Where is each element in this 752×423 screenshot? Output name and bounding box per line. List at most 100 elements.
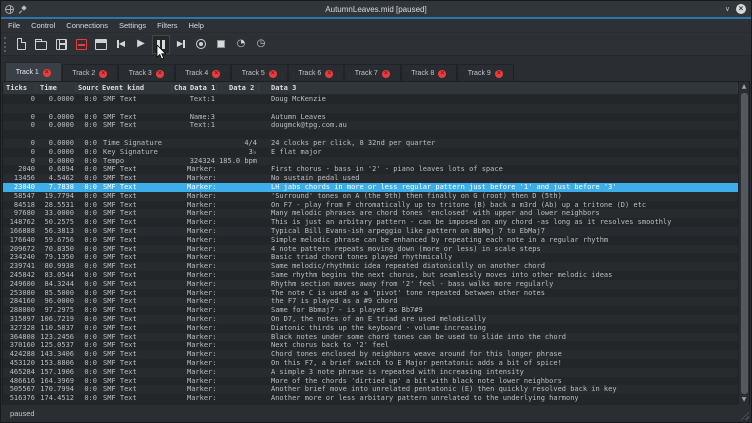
tab-close-icon[interactable]: × <box>99 70 107 78</box>
table-row[interactable]: 00.00000:0SMF TextText:1dougmck@tpg.com.… <box>3 121 738 130</box>
column-header-data-1[interactable]: Data 1 <box>187 84 217 92</box>
table-row[interactable]: 23974180.99380:0SMF TextMarker:6Same mel… <box>3 262 738 271</box>
table-row[interactable]: 14876250.25750:0SMF TextMarker:6This is … <box>3 218 738 227</box>
menu-file[interactable]: File <box>8 21 20 30</box>
tab-track-2[interactable]: Track 2× <box>62 64 119 82</box>
menu-connections[interactable]: Connections <box>66 21 108 30</box>
stop-icon[interactable] <box>212 35 230 54</box>
timer-icon[interactable]: ◔ <box>232 35 250 54</box>
table-row[interactable]: 20967270.83500:0SMF TextMarker:64 note p… <box>3 245 738 254</box>
close-window-icon[interactable]: × <box>736 4 746 14</box>
column-header-event-kind[interactable]: Event kind <box>99 84 172 92</box>
table-row[interactable]: 00.00000:0Time Signature4/424 clocks per… <box>3 139 738 148</box>
table-row[interactable]: 516376174.45120:0SMF TextMarker:6Another… <box>3 394 738 403</box>
save-icon[interactable] <box>52 35 70 54</box>
menu-control[interactable]: Control <box>31 21 55 30</box>
record-icon[interactable] <box>192 35 210 54</box>
tab-close-icon[interactable]: × <box>325 70 333 78</box>
column-header-time[interactable]: Time <box>37 84 76 92</box>
tab-track-6[interactable]: Track 6× <box>288 64 345 82</box>
tab-close-icon[interactable]: × <box>156 70 164 78</box>
open-folder-icon[interactable] <box>32 35 50 54</box>
table-row[interactable]: 00.00000:0SMF TextName:3Autumn Leaves <box>3 113 738 122</box>
table-row[interactable]: 8451828.55310:0SMF TextMarker:6On F7 - p… <box>3 201 738 210</box>
tab-close-icon[interactable]: × <box>438 70 446 78</box>
shade-window-icon[interactable]: ∨ <box>725 6 730 13</box>
vertical-scrollbar[interactable]: ▲ ▼ <box>738 82 749 405</box>
cell-time: 4.5462 <box>37 174 76 183</box>
table-row[interactable]: 134564.54620:0SMF TextMarker:6No sustain… <box>3 174 738 183</box>
table-row[interactable]: 364808123.24560:0SMF TextMarker:6Black n… <box>3 333 738 342</box>
tab-close-icon[interactable]: × <box>212 70 220 78</box>
cell-source: 0:0 <box>76 192 99 201</box>
table-row[interactable] <box>3 130 738 139</box>
table-row[interactable]: 465284157.19060:0SMF TextMarker:6A simpl… <box>3 368 738 377</box>
tab-track-4[interactable]: Track 4× <box>175 64 232 82</box>
tab-close-icon[interactable]: × <box>495 70 503 78</box>
skip-forward-icon[interactable]: ▶ <box>172 35 190 54</box>
tab-track-3[interactable]: Track 3× <box>118 64 175 82</box>
cell-time: 7.7838 <box>37 183 76 192</box>
table-row[interactable]: 9768033.00000:0SMF TextMarker:6Many melo… <box>3 209 738 218</box>
tab-track-8[interactable]: Track 8× <box>401 64 458 82</box>
record-window-icon[interactable] <box>72 35 90 54</box>
table-row[interactable]: 00.00000:0SMF TextText:1Doug McKenzie <box>3 95 738 104</box>
table-row[interactable]: 16688856.38130:0SMF TextMarker:6Typical … <box>3 227 738 236</box>
tab-close-icon[interactable]: × <box>43 69 51 77</box>
column-header-source[interactable]: Source <box>76 84 99 92</box>
tab-close-icon[interactable]: × <box>382 70 390 78</box>
table-row[interactable]: 230407.78380:0SMF TextMarker:6LH jabs ch… <box>3 183 738 192</box>
tab-track-7[interactable]: Track 7× <box>344 64 401 82</box>
table-row[interactable]: 315897106.72190:0SMF TextMarker:6On D7, … <box>3 315 738 324</box>
event-window-icon[interactable] <box>92 35 110 54</box>
cell-data-3: First chorus - bass in '2' - piano leave… <box>259 165 738 174</box>
pause-icon[interactable] <box>152 35 170 54</box>
column-header-data-3[interactable]: Data 3 <box>259 84 738 92</box>
table-row[interactable]: 00.00000:0Key Signature3♭E flat major <box>3 148 738 157</box>
table-row[interactable]: 23424079.13500:0SMF TextMarker:6Basic tr… <box>3 253 738 262</box>
table-row[interactable]: 5854719.77940:0SMF TextMarker:6'Surround… <box>3 192 738 201</box>
table-row[interactable]: 25308085.50000:0SMF TextMarker:6The note… <box>3 289 738 298</box>
column-header-chan[interactable]: Chan <box>172 84 187 92</box>
menu-help[interactable]: Help <box>189 21 204 30</box>
cell-event-kind: SMF Text <box>99 271 172 280</box>
scrollbar-thumb[interactable] <box>741 93 748 394</box>
table-row[interactable]: 453120153.88060:0SMF TextMarker:6On this… <box>3 359 738 368</box>
table-row[interactable] <box>3 104 738 113</box>
menu-filters[interactable]: Filters <box>157 21 177 30</box>
cell-source: 0:0 <box>76 201 99 210</box>
table-row[interactable]: 24960084.32440:0SMF TextMarker:6Rhythm s… <box>3 280 738 289</box>
table-row[interactable]: 486616164.39690:0SMF TextMarker:6More of… <box>3 377 738 386</box>
table-row[interactable]: 24584283.05440:0SMF TextMarker:6Same rhy… <box>3 271 738 280</box>
table-row[interactable]: 505567170.79940:0SMF TextMarker:6Another… <box>3 385 738 394</box>
cell-ticks: 253080 <box>3 289 37 298</box>
table-row[interactable]: 17664059.67560:0SMF TextMarker:6Simple m… <box>3 236 738 245</box>
cell-ticks: 486616 <box>3 377 37 386</box>
cell-time: 0.6894 <box>37 165 76 174</box>
cell-ticks: 0 <box>3 95 37 104</box>
table-row[interactable]: 28416096.00000:0SMF TextMarker:6the F7 i… <box>3 297 738 306</box>
skip-backward-icon[interactable]: ◀ <box>112 35 130 54</box>
new-document-icon[interactable] <box>12 35 30 54</box>
scroll-down-icon[interactable]: ▼ <box>739 395 750 405</box>
column-header-data-2[interactable]: Data 2 <box>217 84 259 92</box>
column-header-ticks[interactable]: Ticks <box>3 84 37 92</box>
menu-settings[interactable]: Settings <box>119 21 146 30</box>
tab-track-5[interactable]: Track 5× <box>231 64 288 82</box>
tab-close-icon[interactable]: × <box>269 70 277 78</box>
cell-data-1: Marker:6 <box>187 262 217 271</box>
toolbar-grip[interactable] <box>4 37 9 52</box>
cell-event-kind: SMF Text <box>99 113 172 122</box>
scroll-up-icon[interactable]: ▲ <box>739 82 750 92</box>
tab-track-9[interactable]: Track 9× <box>457 64 514 82</box>
tab-track-1[interactable]: Track 1× <box>5 62 62 82</box>
table-row[interactable]: 370160125.05370:0SMF TextMarker:6Next ch… <box>3 341 738 350</box>
table-row[interactable]: 00.00000:0Tempo324324185.0 bpm <box>3 157 738 166</box>
cell-ticks: 148762 <box>3 218 37 227</box>
table-row[interactable]: 28800097.29750:0SMF TextMarker:6Same for… <box>3 306 738 315</box>
alarm-clock-icon[interactable]: ◷ <box>252 35 270 54</box>
table-row[interactable]: 20400.68940:0SMF TextMarker:6First choru… <box>3 165 738 174</box>
table-row[interactable]: 424288143.34060:0SMF TextMarker:6Chord t… <box>3 350 738 359</box>
play-icon[interactable]: ▶ <box>132 35 150 54</box>
table-row[interactable]: 327328110.58370:0SMF TextMarker:6Diatoni… <box>3 324 738 333</box>
